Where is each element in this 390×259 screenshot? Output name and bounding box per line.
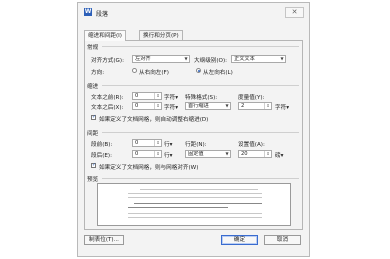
spacing-before-value: 0 (135, 140, 139, 146)
indent-before-unit[interactable]: 字符▾ (164, 93, 178, 101)
preview-line (128, 207, 228, 208)
spacing-before-input[interactable]: 0 ⇕ (132, 139, 162, 147)
indent-after-input[interactable]: 0 ⇕ (132, 102, 162, 110)
tab-indent-spacing[interactable]: 缩进和间距(I) (84, 30, 126, 41)
spinner-icon[interactable]: ⇕ (264, 103, 271, 109)
measure-label: 度量值(Y): (238, 95, 265, 101)
chevron-down-icon: ▼ (184, 56, 188, 61)
alignment-select[interactable]: 左对齐 ▼ (132, 55, 190, 63)
snap-grid-checkbox[interactable]: ✓ (91, 163, 96, 168)
preview-line (134, 203, 262, 204)
tab-line-page-breaks[interactable]: 换行和分页(P) (139, 30, 183, 40)
indent-before-input[interactable]: 0 ⇕ (132, 92, 162, 100)
rtl-label: 从右向左(F) (139, 70, 169, 76)
indent-before-value: 0 (135, 93, 139, 99)
snap-grid-label: 如果定义了文档网格，则与网格对齐(W) (99, 165, 199, 171)
section-divider (102, 178, 299, 179)
special-format-select[interactable]: 首行缩进 ▼ (185, 102, 231, 110)
section-divider (102, 132, 299, 133)
preview-line (128, 193, 262, 194)
preview-line (128, 217, 262, 218)
spacing-after-label: 段后(E): (91, 153, 112, 159)
preview-line (140, 189, 258, 190)
chevron-down-icon: ▼ (225, 103, 229, 108)
spacing-before-label: 段前(B): (91, 142, 113, 148)
spacing-after-value: 0 (135, 151, 139, 157)
spinner-icon[interactable]: ⇕ (264, 151, 271, 157)
outline-level-value: 正文文本 (234, 56, 255, 62)
outline-level-label: 大纲级别(O): (194, 58, 228, 64)
special-format-label: 特殊格式(S): (185, 95, 218, 101)
close-button[interactable]: ✕ (285, 7, 304, 18)
spinner-icon[interactable]: ⇕ (154, 151, 161, 157)
line-spacing-value: 固定值 (188, 151, 204, 157)
spinner-icon[interactable]: ⇕ (154, 93, 161, 99)
dialog-title: 段落 (96, 11, 109, 18)
ltr-label: 从左向右(L) (203, 70, 233, 76)
setting-value-label: 设置值(A): (238, 142, 265, 148)
ok-button[interactable]: 确定 (221, 235, 258, 245)
measure-value: 2 (241, 103, 245, 109)
chevron-down-icon: ▼ (280, 56, 284, 61)
alignment-label: 对齐方式(G): (91, 58, 124, 64)
preview-line (128, 197, 262, 198)
alignment-value: 左对齐 (135, 56, 151, 62)
indent-before-label: 文本之前(R): (91, 95, 124, 101)
auto-adjust-checkbox[interactable]: ✓ (91, 115, 96, 120)
indent-after-value: 0 (135, 103, 139, 109)
paragraph-dialog: W 段落 ✕ 缩进和间距(I) 换行和分页(P) 常规 对齐方式(G): 左对齐… (77, 2, 310, 257)
paragraph-preview (97, 183, 291, 226)
outline-level-select[interactable]: 正文文本 ▼ (231, 55, 286, 63)
close-icon: ✕ (291, 8, 298, 16)
ltr-radio[interactable] (196, 68, 201, 73)
rtl-radio[interactable] (132, 68, 137, 73)
line-spacing-select[interactable]: 固定值 ▼ (185, 150, 231, 158)
setting-unit[interactable]: 磅▾ (275, 151, 283, 159)
special-format-value: 首行缩进 (188, 103, 209, 109)
measure-unit[interactable]: 字符▾ (275, 103, 289, 111)
spacing-after-unit[interactable]: 行▾ (164, 151, 172, 159)
dialog-titlebar: W 段落 ✕ (78, 3, 309, 20)
spinner-icon[interactable]: ⇕ (154, 140, 161, 146)
tabs-button[interactable]: 制表位(T)... (84, 235, 124, 245)
setting-value-input[interactable]: 20 ⇕ (238, 150, 272, 158)
indent-after-label: 文本之后(X): (91, 105, 124, 111)
preview-line (128, 213, 262, 214)
direction-label: 方向: (91, 70, 105, 76)
chevron-down-icon: ▼ (225, 151, 229, 156)
section-divider (102, 85, 299, 86)
cancel-button[interactable]: 取消 (264, 235, 301, 245)
spacing-after-input[interactable]: 0 ⇕ (132, 150, 162, 158)
spacing-before-unit[interactable]: 行▾ (164, 140, 172, 148)
section-indent-heading: 缩进 (87, 84, 99, 90)
indent-after-unit[interactable]: 字符▾ (164, 103, 178, 111)
spinner-icon[interactable]: ⇕ (154, 103, 161, 109)
line-spacing-label: 行距(N): (185, 142, 207, 148)
section-spacing-heading: 间距 (87, 131, 99, 137)
section-preview-heading: 预览 (87, 177, 99, 183)
auto-adjust-label: 如果定义了文档网格，则自动调整右缩进(D) (99, 117, 209, 123)
wps-writer-icon: W (84, 8, 92, 16)
measure-input[interactable]: 2 ⇕ (238, 102, 272, 110)
section-general-heading: 常规 (87, 45, 99, 51)
setting-value: 20 (241, 151, 248, 157)
section-divider (102, 46, 299, 47)
